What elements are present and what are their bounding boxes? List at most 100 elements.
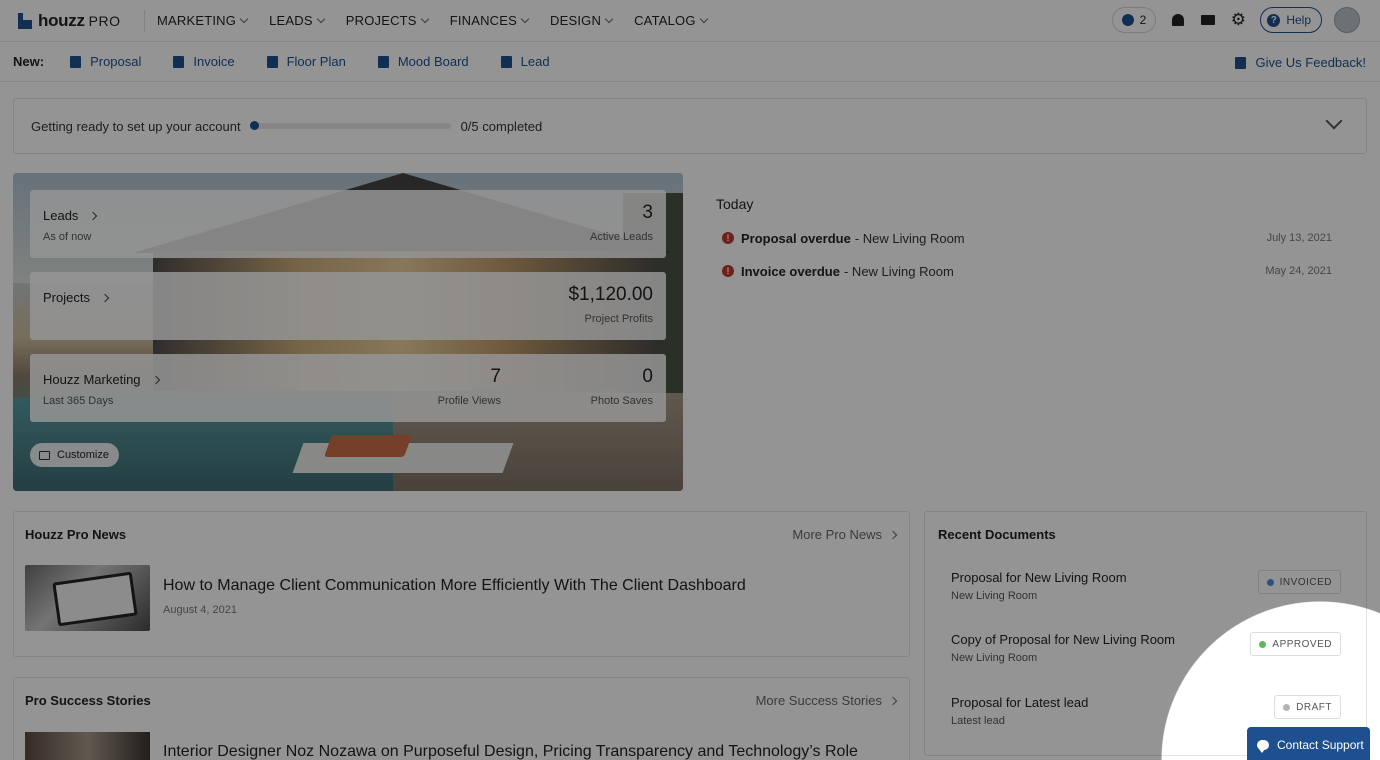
today-title: Today — [716, 196, 754, 212]
nav-catalog[interactable]: CATALOG — [634, 13, 708, 28]
leads-stat-card[interactable]: Leads As of now 3 Active Leads — [30, 190, 666, 258]
divider — [144, 9, 145, 32]
profile-views-label: Profile Views — [437, 395, 501, 407]
today-item[interactable]: ! Invoice overdue - New Living Room May … — [722, 261, 1332, 281]
quick-create-bar: New: Proposal Invoice Floor Plan Mood Bo… — [0, 42, 1380, 82]
timer-icon — [1121, 14, 1134, 26]
customize-button[interactable]: Customize — [30, 443, 119, 467]
today-item[interactable]: ! Proposal overdue - New Living Room Jul… — [722, 228, 1332, 248]
marketing-sub: Last 365 Days — [43, 395, 114, 407]
timer-count: 2 — [1139, 13, 1147, 27]
status-badge: INVOICED — [1257, 570, 1341, 594]
timer-button[interactable]: 2 — [1111, 7, 1157, 33]
document-row[interactable]: Copy of Proposal for New Living Room New… — [951, 632, 1341, 672]
setup-progress-bar — [249, 121, 451, 130]
today-item-date: July 13, 2021 — [1266, 232, 1332, 244]
status-dot — [1266, 578, 1274, 586]
marketing-title: Houzz Marketing — [43, 372, 141, 387]
main-nav: MARKETING LEADS PROJECTS FINANCES DESIGN… — [157, 13, 729, 28]
avatar[interactable] — [1334, 7, 1360, 33]
proposal-icon — [70, 55, 82, 68]
leads-title: Leads — [43, 208, 79, 223]
alert-icon: ! — [722, 232, 734, 244]
new-lead-link[interactable]: Lead — [500, 54, 550, 69]
alert-icon: ! — [722, 265, 734, 277]
new-mood-board-link[interactable]: Mood Board — [377, 54, 469, 69]
status-badge: APPROVED — [1250, 632, 1341, 656]
nav-finances[interactable]: FINANCES — [450, 13, 530, 28]
new-proposal-link[interactable]: Proposal — [70, 54, 141, 69]
more-success-stories-link[interactable]: More Success Stories — [756, 693, 898, 708]
chevron-right-icon — [151, 375, 160, 384]
messages-button[interactable] — [1200, 12, 1216, 28]
invoice-icon — [173, 55, 185, 68]
logo-suffix: PRO — [88, 12, 121, 29]
logo-text: houzz — [38, 10, 85, 30]
nav-leads[interactable]: LEADS — [269, 13, 325, 28]
chevron-right-icon — [888, 696, 898, 705]
story-thumbnail[interactable] — [25, 732, 150, 760]
settings-button[interactable]: ⚙ — [1230, 11, 1246, 28]
header-actions: 2 ⚙ ? Help — [1111, 7, 1360, 33]
recent-documents-card: Recent Documents Proposal for New Living… — [924, 511, 1367, 756]
feedback-link[interactable]: Give Us Feedback! — [1235, 55, 1366, 70]
new-label: New: — [13, 54, 45, 69]
floor-plan-icon — [266, 55, 278, 68]
active-leads-label: Active Leads — [590, 231, 653, 243]
chevron-down-icon — [604, 14, 614, 23]
top-navigation-bar: houzz PRO MARKETING LEADS PROJECTS FINANC… — [0, 0, 1380, 42]
more-pro-news-link[interactable]: More Pro News — [792, 527, 898, 542]
recent-documents-title: Recent Documents — [938, 527, 1056, 542]
contact-support-button[interactable]: Contact Support — [1247, 727, 1370, 760]
photo-saves-value: 0 — [642, 366, 653, 387]
photo-saves-label: Photo Saves — [590, 395, 653, 407]
help-icon: ? — [1267, 13, 1281, 27]
document-row[interactable]: Proposal for New Living Room New Living … — [951, 570, 1341, 610]
news-headline[interactable]: How to Manage Client Communication More … — [163, 576, 903, 596]
bell-icon — [1172, 14, 1185, 26]
project-profits-label: Project Profits — [584, 313, 653, 325]
account-setup-card[interactable]: Getting ready to set up your account 0/5… — [13, 98, 1367, 154]
help-button[interactable]: ? Help — [1260, 7, 1322, 33]
nav-design[interactable]: DESIGN — [550, 13, 614, 28]
chevron-down-icon — [420, 14, 429, 23]
setup-text: Getting ready to set up your account — [31, 118, 241, 134]
mood-board-icon — [377, 55, 389, 68]
news-thumbnail[interactable] — [25, 565, 150, 631]
chevron-right-icon — [89, 211, 98, 220]
marketing-stat-card[interactable]: Houzz Marketing Last 365 Days 7 Profile … — [30, 354, 666, 422]
projects-title: Projects — [43, 290, 90, 305]
chevron-down-icon — [316, 14, 325, 23]
new-invoice-link[interactable]: Invoice — [173, 54, 235, 69]
notifications-button[interactable] — [1170, 12, 1186, 28]
pro-news-title: Houzz Pro News — [25, 527, 127, 542]
dashboard-hero: Leads As of now 3 Active Leads Projects … — [13, 173, 683, 491]
project-profits-value: $1,120.00 — [568, 284, 653, 305]
chat-icon — [1257, 740, 1269, 753]
mail-icon — [1201, 15, 1216, 25]
chevron-down-icon[interactable] — [1325, 112, 1343, 130]
status-dot — [1283, 703, 1291, 711]
projects-stat-card[interactable]: Projects $1,120.00 Project Profits — [30, 272, 666, 340]
profile-views-value: 7 — [490, 366, 501, 387]
status-dot — [1259, 640, 1267, 648]
chevron-right-icon — [100, 293, 110, 302]
lead-icon — [500, 55, 512, 68]
status-badge: DRAFT — [1274, 695, 1341, 719]
new-floor-plan-link[interactable]: Floor Plan — [266, 54, 346, 69]
success-stories-title: Pro Success Stories — [25, 693, 151, 708]
leads-sub: As of now — [43, 231, 92, 243]
feedback-icon — [1235, 56, 1247, 69]
houzz-pro-logo[interactable]: houzz PRO — [18, 11, 138, 31]
progress-indicator — [249, 121, 259, 130]
setup-completed-count: 0/5 completed — [460, 118, 543, 134]
news-date: August 4, 2021 — [163, 604, 238, 616]
houzz-logo-icon — [18, 12, 32, 29]
chevron-down-icon — [239, 14, 249, 23]
nav-marketing[interactable]: MARKETING — [157, 13, 249, 28]
success-stories-card: Pro Success Stories More Success Stories… — [13, 677, 910, 760]
active-leads-value: 3 — [642, 202, 653, 223]
today-item-date: May 24, 2021 — [1265, 265, 1332, 277]
story-headline[interactable]: Interior Designer Noz Nozawa on Purposef… — [163, 742, 903, 760]
nav-projects[interactable]: PROJECTS — [346, 13, 429, 28]
